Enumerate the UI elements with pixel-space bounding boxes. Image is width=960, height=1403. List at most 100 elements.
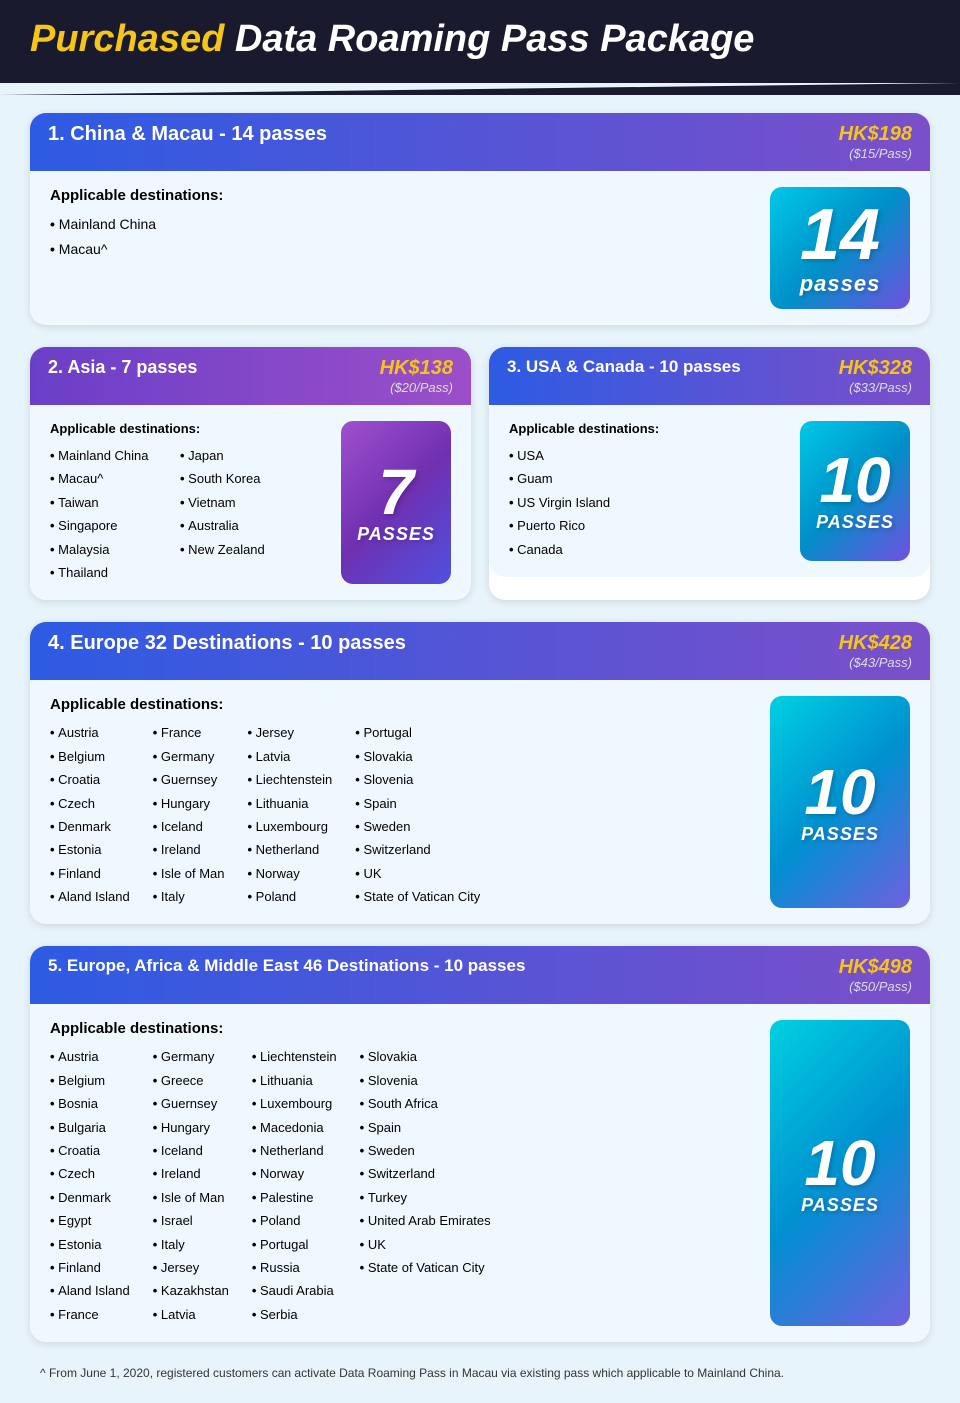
card-content-4: Applicable destinations: Austria Belgium… [50,696,770,908]
dest-item: Guam [509,467,800,490]
card-content-1: Applicable destinations: Mainland China … [50,187,770,309]
card-title-4: 4. Europe 32 Destinations - 10 passes [48,632,406,655]
dest-item: Belgium [50,1069,130,1092]
pass-text-2: PASSES [357,524,435,545]
dest-item: Russia [252,1256,337,1279]
dest-item: Jersey [248,721,333,744]
pass-badge-4: 10 PASSES [770,696,910,908]
dest-item: Hungary [153,1116,229,1139]
dest-item: State of Vatican City [355,885,480,908]
dest-item: Estonia [50,1233,130,1256]
dest-item: South Africa [360,1092,491,1115]
dest-item: Guernsey [153,768,225,791]
dest-item: Spain [355,792,480,815]
dest-item: Lithuania [248,792,333,815]
dest-item: Isle of Man [153,862,225,885]
header-row-5: 5. Europe, Africa & Middle East 46 Desti… [48,956,912,994]
dest-item: Estonia [50,838,130,861]
card-body-5: Applicable destinations: Austria Belgium… [30,1004,930,1342]
page-title: Purchased Data Roaming Pass Package [30,18,930,61]
main-content: 1. China & Macau - 14 passes HK$198 ($15… [0,83,960,1403]
header-row-1: 1. China & Macau - 14 passes HK$198 ($15… [48,123,912,161]
dest-item: Palestine [252,1186,337,1209]
dest-col-4c: Jersey Latvia Liechtenstein Lithuania Lu… [248,721,333,908]
dest-item: Finland [50,862,130,885]
card-price-3: HK$328 [839,357,912,380]
dest-item: Germany [153,1045,229,1068]
dest-item: Singapore [50,514,150,537]
header-row-3: 3. USA & Canada - 10 passes HK$328 ($33/… [507,357,912,395]
card-body-1: Applicable destinations: Mainland China … [30,171,930,325]
card-header-5: 5. Europe, Africa & Middle East 46 Desti… [30,946,930,1004]
card-header-3: 3. USA & Canada - 10 passes HK$328 ($33/… [489,347,930,405]
dest-item: Croatia [50,1139,130,1162]
dest-item: Macedonia [252,1116,337,1139]
dest-item: Vietnam [180,491,280,514]
pass-number-4: 10 [804,760,875,824]
card-title-1: 1. China & Macau - 14 passes [48,123,327,146]
dest-item: Macau^ [50,237,770,262]
pass-text-1: passes [800,271,881,297]
dest-item: Kazakhstan [153,1279,229,1302]
dest-item: Puerto Rico [509,514,800,537]
dest-item: Croatia [50,768,130,791]
page-header: Purchased Data Roaming Pass Package [0,0,960,83]
price-col-2: HK$138 ($20/Pass) [380,357,453,395]
dest-item: Aland Island [50,1279,130,1302]
card-body-4: Applicable destinations: Austria Belgium… [30,680,930,924]
dest-item: Slovenia [355,768,480,791]
footnote: ^ From June 1, 2020, registered customer… [30,1364,930,1383]
dest-list-2b: Japan South Korea Vietnam Australia New … [180,444,280,561]
dest-grid-5: Austria Belgium Bosnia Bulgaria Croatia … [50,1045,770,1326]
applicable-label-2: Applicable destinations: [50,421,341,436]
dest-list-1: Mainland China Macau^ [50,212,770,262]
two-col-row: 2. Asia - 7 passes HK$138 ($20/Pass) App… [30,347,930,600]
dest-item: Poland [248,885,333,908]
pass-text-5: PASSES [801,1195,879,1216]
dest-item: Saudi Arabia [252,1279,337,1302]
dest-cols-2: Mainland China Macau^ Taiwan Singapore M… [50,444,341,584]
pass-badge-2: 7 PASSES [341,421,451,584]
dest-item: Finland [50,1256,130,1279]
card-content-2: Applicable destinations: Mainland China … [50,421,341,584]
card-price-2: HK$138 [380,357,453,380]
dest-item: Switzerland [360,1162,491,1185]
dest-item: Canada [509,538,800,561]
dest-item: Latvia [248,745,333,768]
dest-item: Taiwan [50,491,150,514]
per-pass-2: ($20/Pass) [390,380,453,395]
dest-item: Sweden [355,815,480,838]
dest-item: UK [355,862,480,885]
dest-item: Aland Island [50,885,130,908]
dest-item: Malaysia [50,538,150,561]
header-row-2: 2. Asia - 7 passes HK$138 ($20/Pass) [48,357,453,395]
card-body-2: Applicable destinations: Mainland China … [30,405,471,600]
card-body-3: Applicable destinations: USA Guam US Vir… [489,405,930,577]
dest-item: US Virgin Island [509,491,800,514]
dest-item: Spain [360,1116,491,1139]
dest-item: Norway [248,862,333,885]
footnote-text: ^ From June 1, 2020, registered customer… [40,1366,784,1380]
dest-item: Mainland China [50,444,150,467]
card-title-3: 3. USA & Canada - 10 passes [507,357,741,377]
per-pass-5: ($50/Pass) [849,979,912,994]
dest-item: Hungary [153,792,225,815]
card-header-1: 1. China & Macau - 14 passes HK$198 ($15… [30,113,930,171]
dest-item: Sweden [360,1139,491,1162]
dest-item: Portugal [355,721,480,744]
dest-list-2a: Mainland China Macau^ Taiwan Singapore M… [50,444,150,584]
package-card-4: 4. Europe 32 Destinations - 10 passes HK… [30,622,930,924]
package-card-5: 5. Europe, Africa & Middle East 46 Desti… [30,946,930,1342]
dest-col-5d: Slovakia Slovenia South Africa Spain Swe… [360,1045,491,1326]
dest-col-4a: Austria Belgium Croatia Czech Denmark Es… [50,721,130,908]
card-price-1: HK$198 [839,123,912,146]
dest-item: Mainland China [50,212,770,237]
price-col-5: HK$498 ($50/Pass) [839,956,912,994]
dest-item: Netherland [248,838,333,861]
dest-item: Isle of Man [153,1186,229,1209]
dest-item: France [50,1303,130,1326]
dest-item: Denmark [50,1186,130,1209]
dest-item: Slovenia [360,1069,491,1092]
dest-item: Liechtenstein [252,1045,337,1068]
dest-item: Czech [50,1162,130,1185]
